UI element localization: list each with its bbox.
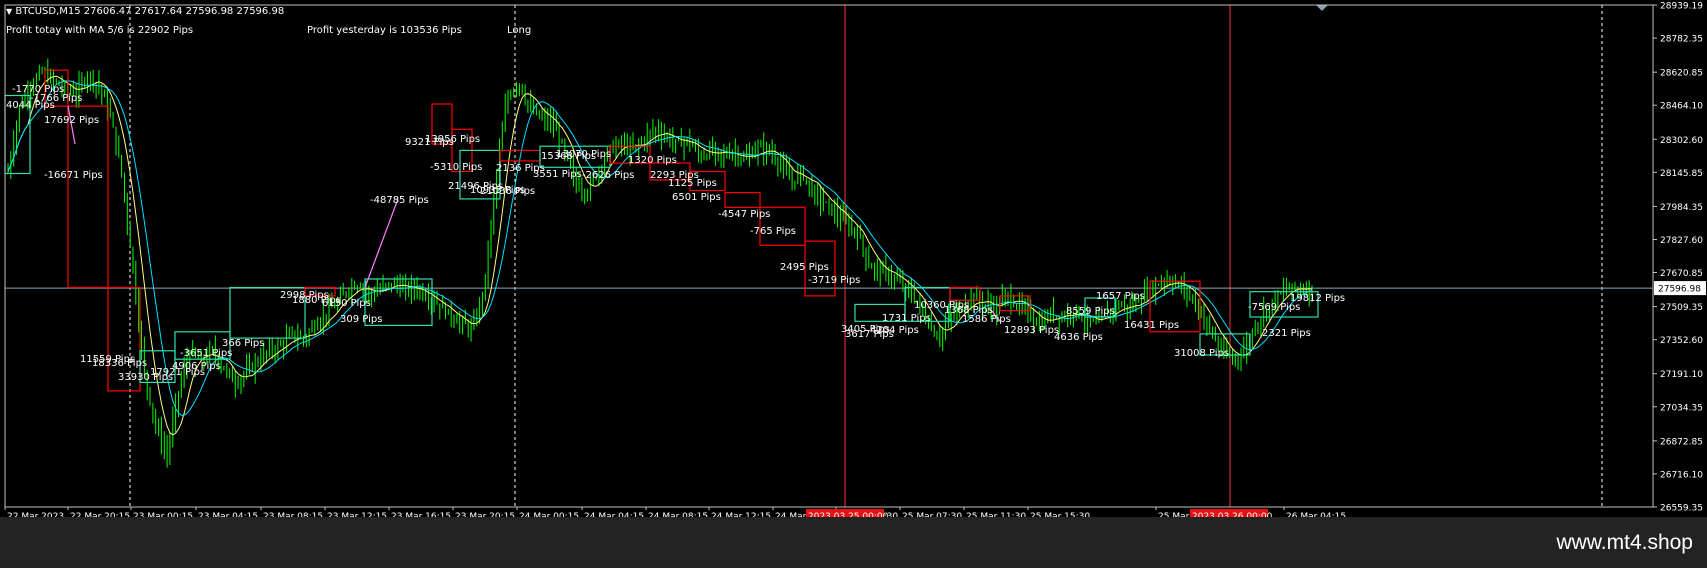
trade-profit-label: 13070 Pips (556, 149, 611, 160)
y-tick-label: 26716.10 (1660, 470, 1703, 480)
trade-profit-label: 2321 Pips (1262, 328, 1311, 339)
trade-profit-label: 6150 Pips (322, 298, 371, 309)
trade-profit-label: -48785 Pips (370, 195, 429, 206)
trade-profit-label: -765 Pips (750, 226, 796, 237)
y-tick-label: 27827.60 (1660, 236, 1703, 246)
trade-direction-text: Long (507, 25, 532, 36)
brand-watermark: www.mt4.shop (1556, 531, 1693, 554)
trade-profit-label: 18336 Pips (92, 358, 147, 369)
y-tick-label: 28145.85 (1660, 169, 1703, 179)
trade-profit-label: 1657 Pips (1096, 291, 1145, 302)
trade-profit-label: 16431 Pips (1124, 320, 1179, 331)
transition-line (364, 198, 399, 288)
trade-profit-label: 17692 Pips (44, 115, 99, 126)
trade-profit-label: 3551 Pips (533, 169, 582, 180)
y-tick-label: 27034.35 (1660, 403, 1703, 413)
trade-profit-label: 309 Pips (340, 314, 382, 325)
trade-profit-label: -3651 Pips (180, 348, 232, 359)
y-tick-label: 27191.10 (1660, 370, 1703, 380)
loss-trade-box (67, 105, 109, 289)
symbol-quote: BTCUSD,M15 27606.47 27617.64 27596.98 27… (15, 6, 285, 17)
ma-fast-line (7, 75, 1313, 436)
y-tick-label: 28939.19 (1660, 2, 1703, 12)
y-tick-label: 27509.35 (1660, 303, 1703, 313)
price-chart[interactable]: -1770 Pips4044 Pips-1766 Pips17692 Pips-… (0, 0, 1707, 517)
trade-profit-label: 4204 Pips (870, 325, 919, 336)
trade-profit-label: 2495 Pips (780, 262, 829, 273)
y-tick-label: 28620.85 (1660, 69, 1703, 79)
plot-frame (4, 4, 1654, 508)
chevron-down-icon[interactable]: ▼ (6, 7, 12, 16)
trade-profit-label: -1766 Pips (30, 93, 82, 104)
y-tick-label: 27984.35 (1660, 203, 1703, 213)
y-tick-label: 28464.10 (1660, 102, 1703, 112)
trade-profit-label: 366 Pips (222, 338, 264, 349)
y-tick-label: 28302.60 (1660, 136, 1703, 146)
y-tick-label: 27670.85 (1660, 269, 1703, 279)
axes-layer: 28939.19 28782.35 28620.85 28464.10 28302.60… (4, 2, 1706, 517)
trade-labels-layer: -1770 Pips4044 Pips-1766 Pips17692 Pips-… (6, 84, 1345, 383)
profit-yesterday-text: Profit yesterday is 103536 Pips (307, 25, 462, 36)
candles-layer (7, 58, 1313, 468)
y-tick-label: 26872.85 (1660, 437, 1703, 447)
footer-bar: www.mt4.shop (0, 517, 1707, 568)
shift-marker-icon (1316, 5, 1328, 11)
trade-boxes-layer (4, 69, 1319, 392)
loss-trade-box (724, 192, 761, 209)
trade-profit-label: 12893 Pips (1004, 325, 1059, 336)
trade-profit-label: 6501 Pips (672, 192, 721, 203)
y-tick-label: 27352.60 (1660, 336, 1703, 346)
trade-profit-label: 31008 Pips (1174, 348, 1229, 359)
trade-profit-label: 4906 Pips (172, 361, 221, 372)
trade-profit-label: -4547 Pips (718, 209, 770, 220)
trade-profit-label: 21036 Pips (480, 186, 535, 197)
trade-profit-label: -5310 Pips (430, 162, 482, 173)
trade-profit-label: -3719 Pips (808, 275, 860, 286)
profit-today-text: Profit totay with MA 5/6 is 22902 Pips (6, 25, 194, 36)
grid-layer (5, 5, 1653, 507)
symbol-dropdown[interactable]: ▼ BTCUSD,M15 27606.47 27617.64 27596.98 … (6, 6, 284, 17)
y-tick-label: 28782.35 (1660, 35, 1703, 45)
trade-profit-label: 13956 Pips (425, 134, 480, 145)
trade-profit-label: 4636 Pips (1054, 332, 1103, 343)
chart-window: -1770 Pips 4044 Pips -1766 Pips 17692 Pips -… (0, 0, 1707, 568)
trade-profit-label: 1731 Pips (882, 313, 931, 324)
trade-profit-label: 19812 Pips (1290, 293, 1345, 304)
trade-profit-label: -2626 Pips (582, 170, 634, 181)
current-price-label: 27596.98 (1658, 285, 1701, 295)
trade-profit-label: 1586 Pips (962, 314, 1011, 325)
y-tick-label: 26559.35 (1660, 504, 1703, 514)
trade-profit-label: 1125 Pips (668, 178, 717, 189)
trade-profit-label: 1320 Pips (628, 155, 677, 166)
trade-profit-label: 8559 Pips (1066, 306, 1115, 317)
trade-profit-label: -16671 Pips (44, 170, 103, 181)
